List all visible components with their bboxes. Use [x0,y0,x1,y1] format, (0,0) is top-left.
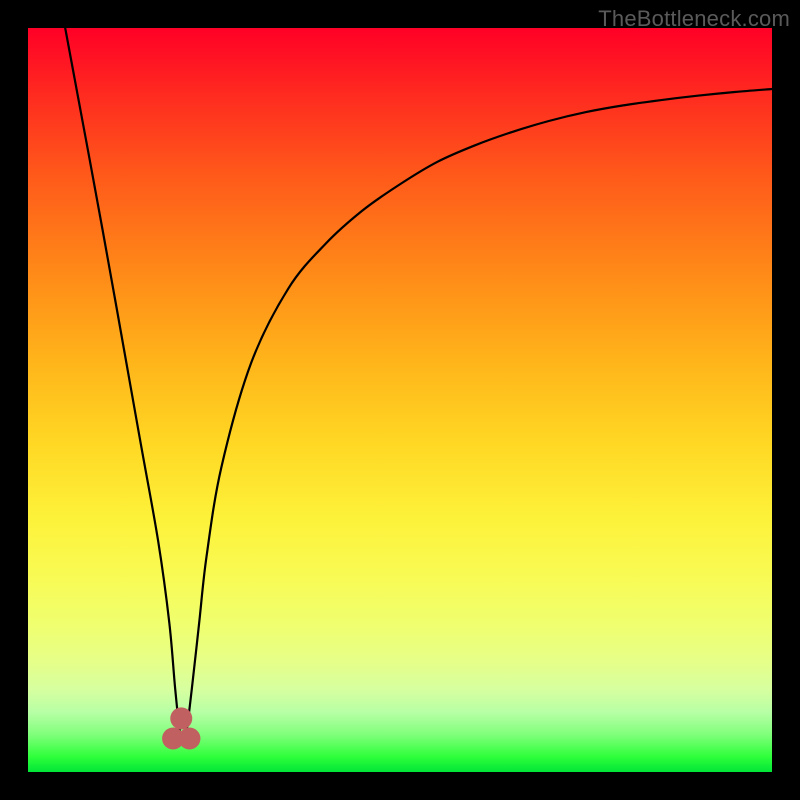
nub-mid [170,707,192,729]
nub-right [178,728,200,750]
plot-area [28,28,772,772]
bottleneck-curve [65,28,772,740]
chart-svg [28,28,772,772]
bottleneck-curve-group [65,28,772,740]
curve-markers [162,707,200,749]
chart-frame: TheBottleneck.com [0,0,800,800]
